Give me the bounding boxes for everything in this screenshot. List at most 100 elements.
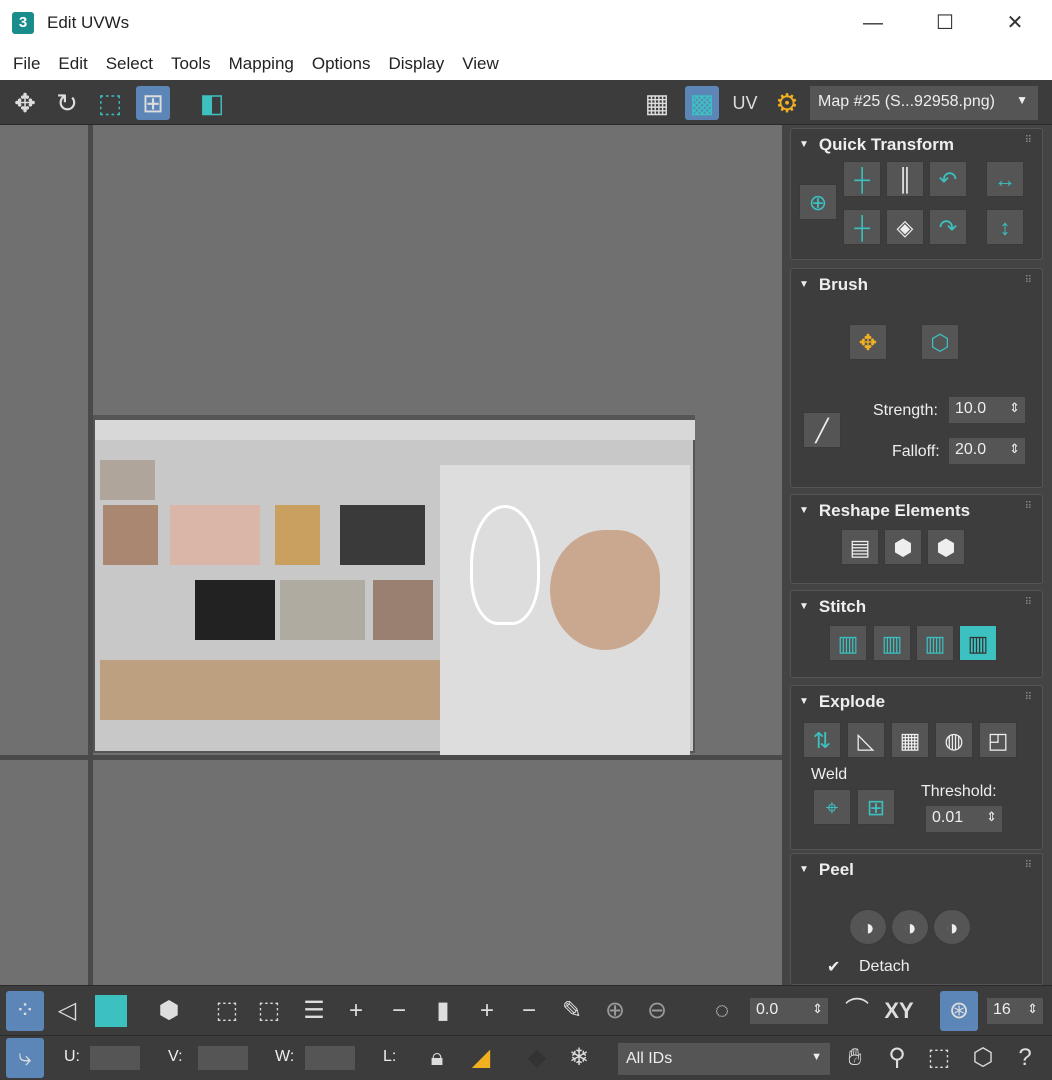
space-vertical-2-icon[interactable]: ↕ (986, 209, 1024, 245)
show-hide-icon[interactable]: ◆ (518, 1038, 556, 1078)
pivot-icon[interactable]: ⊕ (799, 184, 837, 220)
brush-falloff-icon[interactable]: ╱ (803, 412, 841, 448)
pan-icon[interactable]: ✋︎ (836, 1038, 874, 1078)
rotate-value-spinner[interactable]: 0.0 (750, 998, 828, 1024)
stitch-source-icon[interactable]: ▥ (959, 625, 997, 661)
straighten-icon[interactable]: ◈ (886, 209, 924, 245)
menu-edit[interactable]: Edit (49, 47, 96, 80)
uv-transform-icon[interactable]: ⤷ (6, 1038, 44, 1078)
maximize-button[interactable]: ☐ (930, 8, 960, 38)
menu-select[interactable]: Select (97, 47, 162, 80)
freeze-icon[interactable]: ❄ (560, 1038, 598, 1078)
menu-mapping[interactable]: Mapping (220, 47, 303, 80)
brush-move-icon[interactable]: ✥ (849, 324, 887, 360)
paint-shrink-icon[interactable]: ⊖ (638, 991, 676, 1031)
element-mode-icon[interactable]: ⬢ (150, 991, 188, 1031)
scale-icon[interactable]: ⬚ (93, 86, 127, 120)
rollout-title[interactable]: Brush (799, 275, 868, 295)
zoom-extents-icon[interactable]: ⬡ (964, 1038, 1002, 1078)
stitch-average-icon[interactable]: ▥ (916, 625, 954, 661)
lock-icon[interactable]: 🔒︎ (418, 1038, 456, 1078)
v-field[interactable] (198, 1046, 248, 1070)
rollout-title[interactable]: Explode (799, 692, 885, 712)
move-icon[interactable]: ✥ (8, 86, 42, 120)
uv-space-button[interactable]: UV (728, 86, 762, 120)
break-icon[interactable]: ⇅ (803, 722, 841, 758)
relax-settings-icon[interactable]: ⬢ (927, 529, 965, 565)
show-map-icon[interactable]: ▩ (685, 86, 719, 120)
mirror-icon[interactable]: ◧ (195, 86, 229, 120)
shrink-selection-icon[interactable]: ⬚ (250, 991, 288, 1031)
map-settings-icon[interactable]: ⚙ (770, 86, 804, 120)
align-horizontal-icon[interactable]: ┼ (843, 161, 881, 197)
threshold-spinner[interactable]: 0.01 (926, 806, 1002, 832)
u-field[interactable] (90, 1046, 140, 1070)
stitch-target-icon[interactable]: ▥ (873, 625, 911, 661)
edge-mode-icon[interactable]: ◁ (48, 991, 86, 1031)
flatten-by-material-icon[interactable]: ◍ (935, 722, 973, 758)
loop-grow-icon[interactable]: + (468, 991, 506, 1031)
rollout-title[interactable]: Quick Transform (799, 135, 954, 155)
polygon-mode-icon[interactable] (92, 991, 130, 1031)
grid-snap-icon[interactable]: ⊛ (940, 991, 978, 1031)
reset-peel-icon[interactable]: ◑ (933, 909, 971, 945)
menu-view[interactable]: View (453, 47, 508, 80)
space-horizontal-icon[interactable]: ↔ (986, 161, 1024, 197)
rotate-ccw-icon[interactable]: ↶ (929, 161, 967, 197)
relax-icon[interactable]: ⬢ (884, 529, 922, 565)
id-filter-dropdown[interactable]: All IDs ▼ (618, 1043, 830, 1075)
u-label: U: (64, 1048, 80, 1065)
rollout-title[interactable]: Stitch (799, 597, 866, 617)
stitch-custom-icon[interactable]: ▥ (829, 625, 867, 661)
w-field[interactable] (305, 1046, 355, 1070)
vertex-mode-icon[interactable]: ⁘ (6, 991, 44, 1031)
paint-select-icon[interactable]: ✎ (553, 991, 591, 1031)
flatten-by-smoothing-icon[interactable]: ▦ (891, 722, 929, 758)
hide-icon[interactable]: ◢ (462, 1038, 500, 1078)
snap-value-spinner[interactable]: 16 (987, 998, 1043, 1024)
zoom-region-icon[interactable]: ⬚ (920, 1038, 958, 1078)
help-icon[interactable]: ? (1006, 1038, 1044, 1078)
zoom-icon[interactable]: ⚲ (878, 1038, 916, 1078)
paint-grow-icon[interactable]: ⊕ (596, 991, 634, 1031)
peel-rollout: Peel⠿ ◑ ◑ ◑ ✔ Detach (790, 853, 1043, 985)
falloff-spinner[interactable]: 20.0 (949, 438, 1025, 464)
rotate-cw-icon[interactable]: ↷ (929, 209, 967, 245)
flatten-by-angle-icon[interactable]: ◺ (847, 722, 885, 758)
strength-spinner[interactable]: 10.0 (949, 397, 1025, 423)
uv-viewport[interactable] (0, 125, 782, 985)
id-filter-value: All IDs (626, 1050, 673, 1067)
peel-mode-icon[interactable]: ◑ (891, 909, 929, 945)
ring-shrink-icon[interactable]: − (380, 991, 418, 1031)
soft-selection-icon[interactable]: ⌒ (838, 991, 876, 1031)
rollout-title[interactable]: Peel (799, 860, 854, 880)
xy-button[interactable]: XY (880, 991, 918, 1031)
menu-options[interactable]: Options (303, 47, 380, 80)
rotate-snap-icon[interactable]: ◌ (703, 991, 741, 1031)
quick-peel-icon[interactable]: ◑ (849, 909, 887, 945)
loop-icon[interactable]: ▮ (424, 991, 462, 1031)
menu-display[interactable]: Display (379, 47, 453, 80)
loop-shrink-icon[interactable]: − (510, 991, 548, 1031)
rotate-icon[interactable]: ↻ (50, 86, 84, 120)
ring-grow-icon[interactable]: + (337, 991, 375, 1031)
grow-selection-icon[interactable]: ⬚ (208, 991, 246, 1031)
menu-file[interactable]: File (4, 47, 49, 80)
weld-all-icon[interactable]: ⊞ (857, 789, 895, 825)
ring-icon[interactable]: ☰ (295, 991, 333, 1031)
brush-relax-icon[interactable]: ⬡ (921, 324, 959, 360)
space-vertical-icon[interactable]: ║ (886, 161, 924, 197)
weld-selected-icon[interactable]: ⌖ (813, 789, 851, 825)
checker-icon[interactable]: ▦ (640, 86, 674, 120)
menu-tools[interactable]: Tools (162, 47, 220, 80)
align-vertical-icon[interactable]: ┼ (843, 209, 881, 245)
rollout-title[interactable]: Reshape Elements (799, 501, 970, 521)
detach-checkbox[interactable]: ✔ (827, 957, 840, 977)
map-dropdown[interactable]: Map #25 (S...92958.png) ▼ (810, 86, 1038, 120)
minimize-button[interactable]: — (858, 8, 888, 38)
flatten-to-polygons-icon[interactable]: ◰ (979, 722, 1017, 758)
straighten-selection-icon[interactable]: ▤ (841, 529, 879, 565)
freeform-icon[interactable]: ⊞ (136, 86, 170, 120)
falloff-label: Falloff: (892, 443, 940, 460)
close-button[interactable]: ✕ (1000, 8, 1030, 38)
